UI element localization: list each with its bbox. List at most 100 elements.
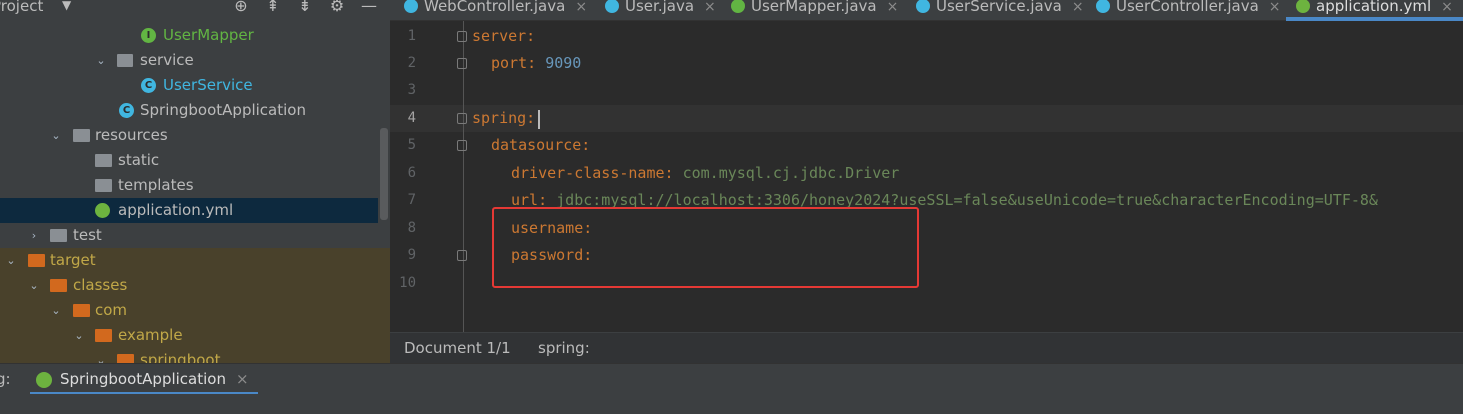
class-icon: C xyxy=(141,78,156,93)
chevron-down-icon[interactable]: ⌄ xyxy=(49,123,63,148)
tab-usermapper[interactable]: UserMapper.java × xyxy=(731,0,898,20)
tab-userservice[interactable]: UserService.java × xyxy=(916,0,1084,20)
close-icon[interactable]: × xyxy=(1441,0,1453,15)
close-icon[interactable]: × xyxy=(704,0,716,15)
tab-label: UserMapper.java xyxy=(751,0,877,15)
close-icon[interactable]: × xyxy=(575,0,587,15)
close-icon[interactable]: × xyxy=(1269,0,1281,15)
excluded-folder-icon xyxy=(73,304,90,317)
code-line-5: datasource: xyxy=(491,132,590,159)
yaml-key: datasource: xyxy=(491,136,591,154)
tree-item-label: templates xyxy=(118,176,194,194)
breadcrumb: Document 1/1 spring: xyxy=(390,332,1463,364)
chevron-down-icon[interactable]: ⌄ xyxy=(72,323,86,348)
code-line-6: driver-class-name: com.mysql.cj.jdbc.Dri… xyxy=(511,160,899,187)
line-number: 10 xyxy=(399,275,416,291)
class-icon xyxy=(605,0,619,13)
tree-item-label: springboot xyxy=(140,351,221,363)
gear-icon[interactable]: ⚙ xyxy=(322,0,354,15)
tree-item-templates[interactable]: templates xyxy=(0,173,378,198)
line-number: 8 xyxy=(407,220,416,236)
code-line-2: port: 9090 xyxy=(491,50,581,77)
run-config-tab[interactable]: SpringbootApplication xyxy=(60,364,226,395)
collapse-all-icon[interactable]: ⇟ xyxy=(290,0,322,15)
line-number: 2 xyxy=(407,55,416,71)
project-panel: Project ▼ ⊕⇞⇟⚙— I UserMapper ⌄ service C… xyxy=(0,0,390,363)
tree-item-classes[interactable]: ⌄ classes xyxy=(0,273,390,298)
tab-usercontroller[interactable]: UserController.java × xyxy=(1096,0,1281,20)
run-tool-window-bar: g: SpringbootApplication × xyxy=(0,363,1463,395)
minimize-icon[interactable]: — xyxy=(354,0,386,15)
chevron-down-icon[interactable]: ⌄ xyxy=(27,273,41,298)
chevron-down-icon[interactable]: ⌄ xyxy=(94,348,108,363)
folder-icon xyxy=(50,229,67,242)
spring-run-icon xyxy=(36,372,52,388)
code-line-4: spring: xyxy=(472,105,535,132)
excluded-folder-icon xyxy=(28,254,45,267)
fold-icon[interactable] xyxy=(457,140,467,151)
tree-item-resources[interactable]: ⌄ resources xyxy=(0,123,378,148)
line-number: 4 xyxy=(407,110,416,126)
yaml-value: com.mysql.cj.jdbc.Driver xyxy=(682,164,900,182)
current-line-highlight xyxy=(390,105,1463,132)
chevron-down-icon[interactable]: ⌄ xyxy=(94,48,108,73)
tree-item-label: test xyxy=(73,226,102,244)
tree-item-static[interactable]: static xyxy=(0,148,378,173)
chevron-down-icon[interactable]: ▼ xyxy=(62,0,71,12)
tree-item-label: static xyxy=(118,151,160,169)
yaml-key: driver-class-name: xyxy=(511,164,674,182)
chevron-down-icon[interactable]: ⌄ xyxy=(4,248,18,273)
run-label: g: xyxy=(0,370,11,388)
class-icon xyxy=(916,0,930,13)
tree-item-example[interactable]: ⌄ example xyxy=(0,323,390,348)
tree-item-userservice[interactable]: C UserService xyxy=(0,73,378,98)
tree-item-label: service xyxy=(140,51,194,69)
yaml-key: server: xyxy=(472,27,536,45)
close-icon[interactable]: × xyxy=(236,364,249,395)
fold-end-icon[interactable] xyxy=(457,58,467,69)
spring-class-icon: C xyxy=(119,103,134,118)
tree-item-label: com xyxy=(95,301,128,319)
tree-item-label: example xyxy=(118,326,183,344)
interface-icon xyxy=(731,0,745,13)
project-panel-title[interactable]: Project xyxy=(0,0,43,15)
folder-icon xyxy=(95,154,112,167)
tab-label: UserService.java xyxy=(936,0,1062,15)
expand-all-icon[interactable]: ⇞ xyxy=(258,0,290,15)
chevron-right-icon[interactable]: › xyxy=(27,223,41,248)
breadcrumb-document[interactable]: Document 1/1 xyxy=(404,333,511,364)
locate-icon[interactable]: ⊕ xyxy=(226,0,258,15)
tab-webcontroller[interactable]: WebController.java × xyxy=(404,0,587,20)
run-toolbar xyxy=(0,394,1463,414)
line-number: 3 xyxy=(407,82,416,98)
close-icon[interactable]: × xyxy=(887,0,899,15)
tab-label: UserController.java xyxy=(1116,0,1259,15)
spring-yaml-icon xyxy=(95,203,110,218)
tree-item-label: resources xyxy=(95,126,168,144)
tree-item-usermapper[interactable]: I UserMapper xyxy=(0,23,378,48)
folder-icon xyxy=(95,179,112,192)
chevron-down-icon[interactable]: ⌄ xyxy=(49,298,63,323)
tab-label: User.java xyxy=(625,0,695,15)
tree-item-target[interactable]: ⌄ target xyxy=(0,248,390,273)
breadcrumb-path[interactable]: spring: xyxy=(538,333,590,364)
tree-item-test[interactable]: › test xyxy=(0,223,378,248)
project-scrollbar[interactable] xyxy=(380,128,388,220)
close-icon[interactable]: × xyxy=(1072,0,1084,15)
tree-item-com[interactable]: ⌄ com xyxy=(0,298,390,323)
tree-item-label: classes xyxy=(73,276,128,294)
fold-end-icon[interactable] xyxy=(457,250,467,261)
fold-icon[interactable] xyxy=(457,113,467,124)
fold-icon[interactable] xyxy=(457,31,467,42)
line-number: 7 xyxy=(407,192,416,208)
package-icon xyxy=(117,54,133,67)
tab-label: WebController.java xyxy=(424,0,566,15)
tab-user[interactable]: User.java × xyxy=(605,0,716,20)
tree-item-springboot[interactable]: ⌄ springboot xyxy=(0,348,390,363)
interface-icon: I xyxy=(141,28,156,43)
class-icon xyxy=(1096,0,1110,13)
tree-item-springbootapplication[interactable]: C SpringbootApplication xyxy=(0,98,378,123)
tree-item-application-yml[interactable]: application.yml xyxy=(0,198,378,223)
tree-item-service[interactable]: ⌄ service xyxy=(0,48,378,73)
tab-label: application.yml xyxy=(1316,0,1432,15)
